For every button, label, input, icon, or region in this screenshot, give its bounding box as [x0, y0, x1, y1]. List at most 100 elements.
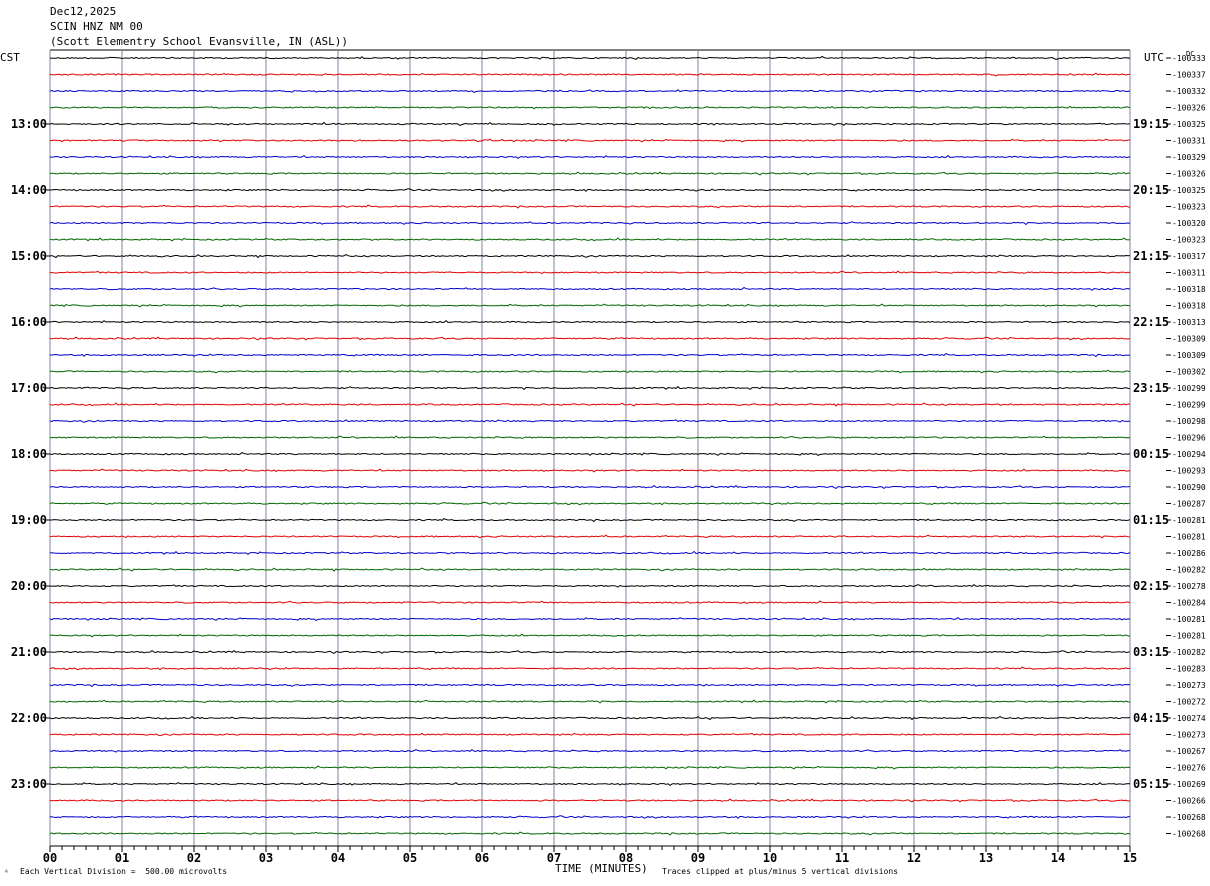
- x-tick-label: 10: [763, 851, 777, 865]
- dc-value-label: -100325: [1172, 120, 1206, 129]
- seismic-trace: [49, 715, 1131, 721]
- dc-value-label: -100281: [1172, 632, 1206, 641]
- x-tick-label: 06: [475, 851, 489, 865]
- clip-note: Traces clipped at plus/minus 5 vertical …: [662, 867, 899, 876]
- dc-value-label: -100309: [1172, 335, 1206, 344]
- dc-value-label: -100290: [1172, 483, 1206, 492]
- dc-value-label: -100298: [1172, 417, 1206, 426]
- dc-value-label: -100268: [1172, 830, 1206, 839]
- corner-mark: ᴬ: [4, 868, 9, 877]
- utc-hour-label: 04:15: [1133, 711, 1169, 725]
- x-tick-label: 15: [1123, 851, 1137, 865]
- scale-note: Each Vertical Division = 500.00 microvol…: [20, 867, 228, 876]
- dc-value-label: -100286: [1172, 549, 1206, 558]
- dc-value-label: -100326: [1172, 170, 1206, 179]
- seismic-trace: [49, 815, 1131, 819]
- dc-value-label: -100323: [1172, 236, 1206, 245]
- seismic-trace: [49, 649, 1131, 655]
- cst-hour-label: 22:00: [11, 711, 47, 725]
- dc-value-label: -100294: [1172, 450, 1206, 459]
- dc-value-label: -100323: [1172, 203, 1206, 212]
- dc-value-label: -100284: [1172, 599, 1206, 608]
- seismic-trace: [49, 501, 1131, 506]
- seismic-trace: [49, 451, 1131, 456]
- seismic-trace: [49, 270, 1131, 275]
- utc-axis-label: UTC: [1144, 51, 1164, 64]
- dc-header-label: DC: [1186, 50, 1194, 58]
- cst-axis-label: CST: [0, 51, 20, 64]
- dc-value-label: -100318: [1172, 285, 1206, 294]
- seismic-trace: [49, 386, 1131, 391]
- dc-value-label: -100266: [1172, 797, 1206, 806]
- seismic-trace: [49, 484, 1131, 490]
- utc-hour-label: 21:15: [1133, 249, 1169, 263]
- seismic-trace: [49, 286, 1131, 291]
- cst-hour-label: 15:00: [11, 249, 47, 263]
- seismic-trace: [49, 221, 1131, 226]
- x-tick-label: 01: [115, 851, 129, 865]
- dc-value-label: -100281: [1172, 516, 1206, 525]
- seismic-trace: [49, 435, 1131, 439]
- seismic-trace: [49, 666, 1131, 671]
- seismic-trace: [49, 419, 1131, 423]
- cst-hour-label: 18:00: [11, 447, 47, 461]
- utc-hour-label: 02:15: [1133, 579, 1169, 593]
- x-tick-label: 03: [259, 851, 273, 865]
- seismic-trace: [49, 699, 1131, 704]
- dc-value-label: -100273: [1172, 681, 1206, 690]
- seismic-trace: [49, 831, 1131, 836]
- utc-hour-label: 23:15: [1133, 381, 1169, 395]
- dc-value-label: -100337: [1172, 71, 1206, 80]
- utc-hour-label: 03:15: [1133, 645, 1169, 659]
- x-tick-label: 11: [835, 851, 849, 865]
- x-tick-label: 13: [979, 851, 993, 865]
- x-tick-label: 05: [403, 851, 417, 865]
- dc-value-label: -100276: [1172, 764, 1206, 773]
- x-tick-label: 09: [691, 851, 705, 865]
- x-tick-label: 02: [187, 851, 201, 865]
- seismic-trace: [49, 254, 1131, 259]
- dc-value-label: -100274: [1172, 714, 1206, 723]
- dc-value-label: -100329: [1172, 153, 1206, 162]
- dc-value-label: -100311: [1172, 269, 1206, 278]
- x-tick-label: 04: [331, 851, 345, 865]
- dc-value-label: -100282: [1172, 566, 1206, 575]
- seismic-trace: [49, 204, 1131, 209]
- helicorder-plot: -100333-100337-100332-100326-100325-1003…: [0, 49, 1206, 865]
- seismic-trace: [49, 748, 1131, 753]
- seismic-trace: [49, 683, 1131, 688]
- dc-value-label: -100317: [1172, 252, 1206, 261]
- dc-value-label: -100313: [1172, 318, 1206, 327]
- seismic-trace: [50, 468, 1131, 473]
- seismic-trace: [49, 633, 1131, 638]
- seismic-trace: [49, 336, 1131, 341]
- cst-hour-label: 23:00: [11, 777, 47, 791]
- cst-hour-label: 21:00: [11, 645, 47, 659]
- seismic-trace: [49, 237, 1131, 242]
- dc-value-label: -100309: [1172, 351, 1206, 360]
- seismic-trace: [49, 583, 1131, 588]
- dc-value-label: -100293: [1172, 467, 1206, 476]
- seismic-trace: [49, 600, 1131, 604]
- utc-hour-label: 22:15: [1133, 315, 1169, 329]
- seismic-trace: [49, 303, 1131, 308]
- cst-hour-label: 14:00: [11, 183, 47, 197]
- seismic-trace: [49, 567, 1131, 572]
- dc-value-label: -100273: [1172, 731, 1206, 740]
- dc-value-label: -100299: [1172, 384, 1206, 393]
- seismic-trace: [49, 534, 1131, 539]
- dc-value-label: -100287: [1172, 500, 1206, 509]
- seismic-trace: [49, 72, 1131, 77]
- seismic-trace: [49, 798, 1131, 803]
- dc-value-label: -100299: [1172, 401, 1206, 410]
- seismic-trace: [49, 121, 1131, 126]
- seismic-trace: [49, 320, 1131, 324]
- dc-value-label: -100302: [1172, 368, 1206, 377]
- x-axis-label: TIME (MINUTES): [555, 862, 648, 875]
- seismic-trace: [49, 138, 1131, 143]
- dc-value-label: -100332: [1172, 87, 1206, 96]
- x-tick-label: 12: [907, 851, 921, 865]
- seismic-trace: [49, 781, 1131, 787]
- dc-value-label: -100282: [1172, 648, 1206, 657]
- cst-hour-label: 16:00: [11, 315, 47, 329]
